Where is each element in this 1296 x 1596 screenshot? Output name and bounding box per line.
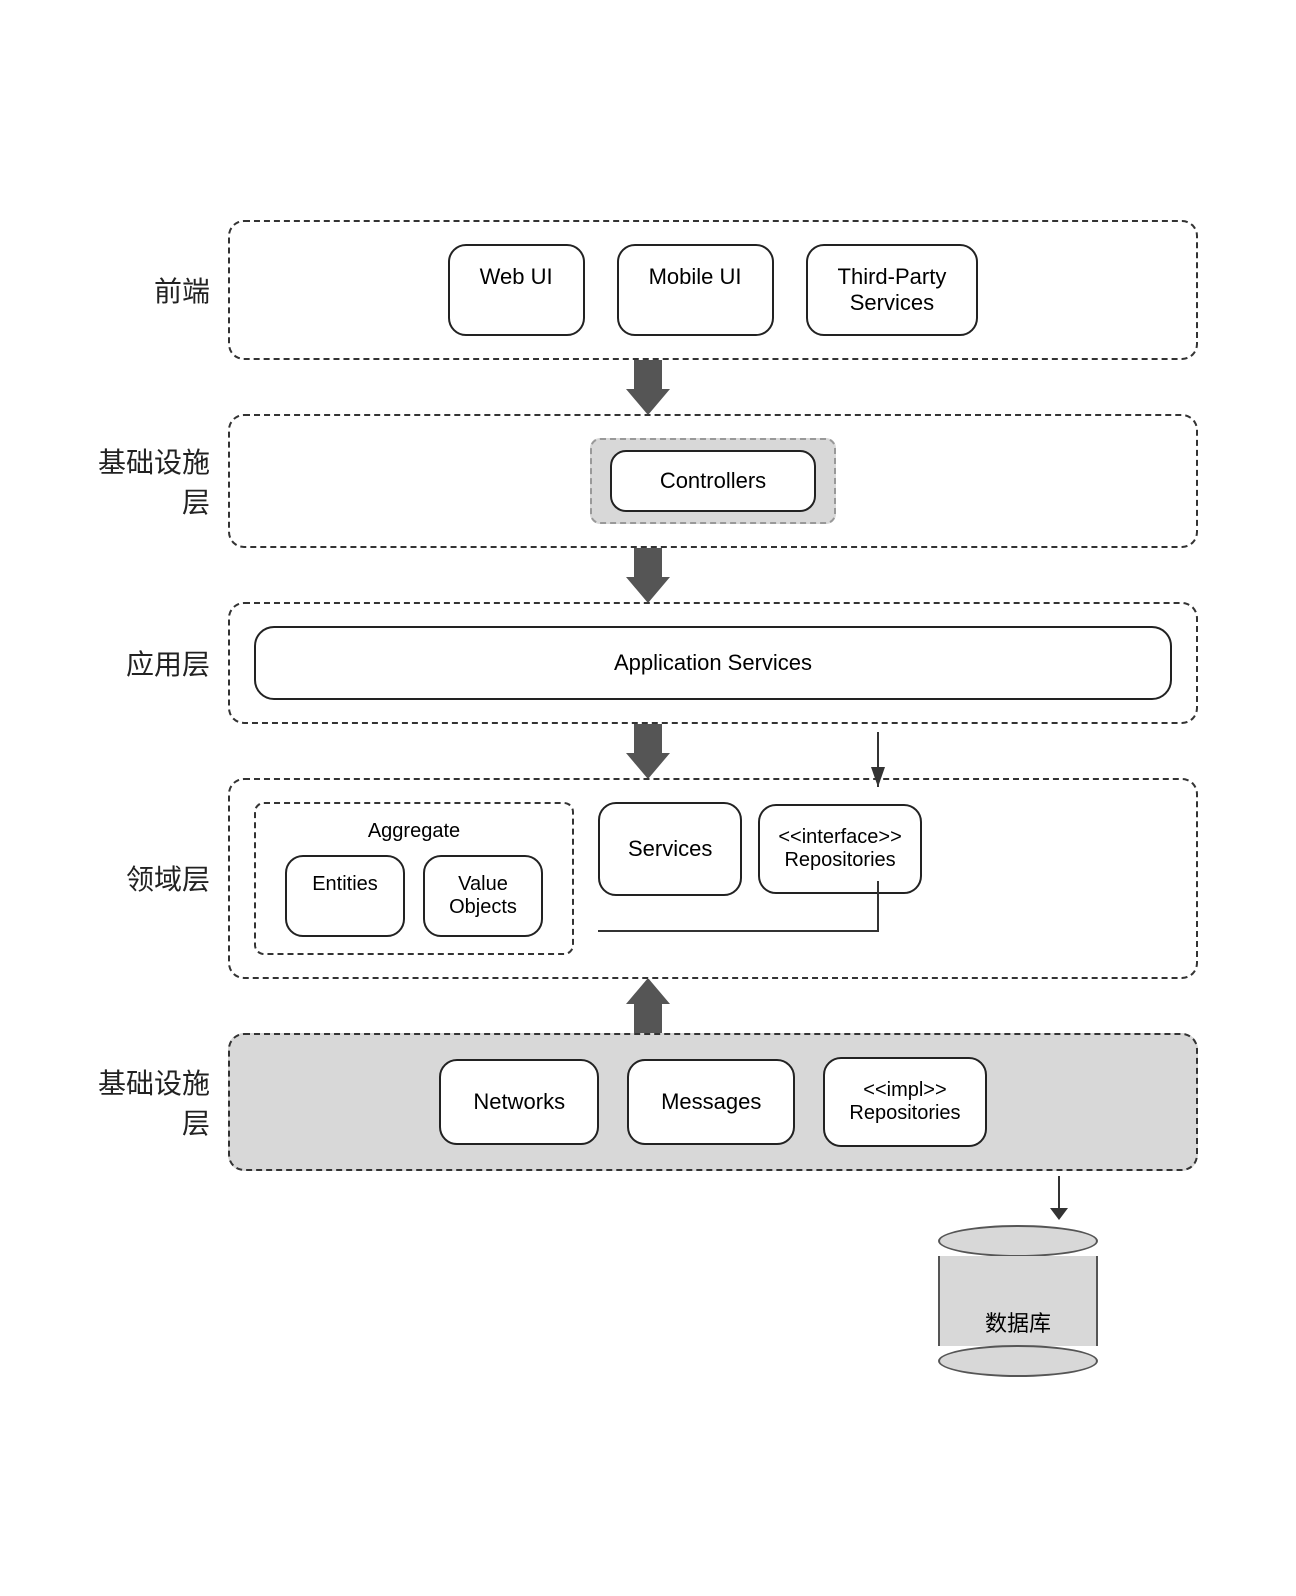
db-label: 数据库	[985, 1306, 1051, 1338]
head-2	[626, 577, 670, 603]
impl-repos-box: <<impl>>Repositories	[823, 1057, 986, 1147]
value-objects-box: ValueObjects	[423, 855, 543, 937]
arrow-down-2	[626, 547, 670, 603]
networks-box: Networks	[439, 1059, 599, 1145]
shaft-up-1	[634, 1004, 662, 1034]
infra-bottom-box: Networks Messages <<impl>>Repositories	[228, 1033, 1198, 1171]
head-1	[626, 389, 670, 415]
arrow-to-db-wrap	[98, 1171, 1198, 1225]
application-label: 应用层	[98, 643, 228, 683]
arrow-up-1	[626, 978, 670, 1034]
database-wrap: 数据库	[98, 1225, 1198, 1377]
messages-box: Messages	[627, 1059, 795, 1145]
shaft-1	[634, 359, 662, 389]
arrow-frontend-to-infra	[98, 360, 1198, 414]
controllers-dashed-box: Controllers	[590, 438, 836, 524]
domain-content: Aggregate Entities ValueObjects	[254, 802, 1172, 955]
db-bottom	[938, 1345, 1098, 1377]
app-services-box: Application Services	[254, 626, 1172, 700]
frontend-layer: 前端 Web UI Mobile UI Third-PartyServices	[98, 220, 1198, 360]
infra-bottom-boxes: Networks Messages <<impl>>Repositories	[254, 1057, 1172, 1147]
frontend-box: Web UI Mobile UI Third-PartyServices	[228, 220, 1198, 360]
domain-label: 领域层	[98, 858, 228, 898]
database-cylinder: 数据库	[938, 1225, 1098, 1377]
third-party-box: Third-PartyServices	[806, 244, 979, 336]
architecture-diagram: 前端 Web UI Mobile UI Third-PartyServices …	[98, 190, 1198, 1407]
controllers-wrapper: Controllers	[254, 438, 1172, 524]
entities-box: Entities	[285, 855, 405, 937]
thin-shaft-db	[1058, 1176, 1060, 1208]
mobile-ui-box: Mobile UI	[617, 244, 774, 336]
domain-box: Aggregate Entities ValueObjects	[228, 778, 1198, 979]
infra-top-box: Controllers	[228, 414, 1198, 548]
infra-top-label: 基础设施层	[98, 441, 228, 521]
arrow-infra-to-app	[98, 548, 1198, 602]
aggregate-box: Aggregate Entities ValueObjects	[254, 802, 574, 955]
domain-layer: 领域层 Aggregate Entities ValueObjects	[98, 778, 1198, 979]
arrow-down-1	[626, 359, 670, 415]
arrow-infra-bottom-to-domain	[98, 979, 1198, 1033]
domain-arrow-svg	[598, 732, 1172, 792]
aggregate-label: Aggregate	[276, 820, 552, 843]
arrow-to-db	[1050, 1176, 1068, 1220]
head-up-1	[626, 978, 670, 1004]
application-box: Application Services	[228, 602, 1198, 724]
application-layer: 应用层 Application Services	[98, 602, 1198, 724]
frontend-boxes: Web UI Mobile UI Third-PartyServices	[254, 244, 1172, 336]
frontend-label: 前端	[98, 270, 228, 310]
db-top	[938, 1225, 1098, 1257]
infra-top-layer: 基础设施层 Controllers	[98, 414, 1198, 548]
infra-bottom-label: 基础设施层	[98, 1062, 228, 1142]
web-ui-box: Web UI	[448, 244, 585, 336]
infra-bottom-layer: 基础设施层 Networks Messages <<impl>>Reposito…	[98, 1033, 1198, 1171]
shaft-2	[634, 547, 662, 577]
thin-head-db	[1050, 1208, 1068, 1220]
bracket-svg	[598, 881, 1172, 941]
db-body: 数据库	[938, 1256, 1098, 1346]
controllers-inner-box: Controllers	[610, 450, 816, 512]
aggregate-inner: Entities ValueObjects	[276, 855, 552, 937]
